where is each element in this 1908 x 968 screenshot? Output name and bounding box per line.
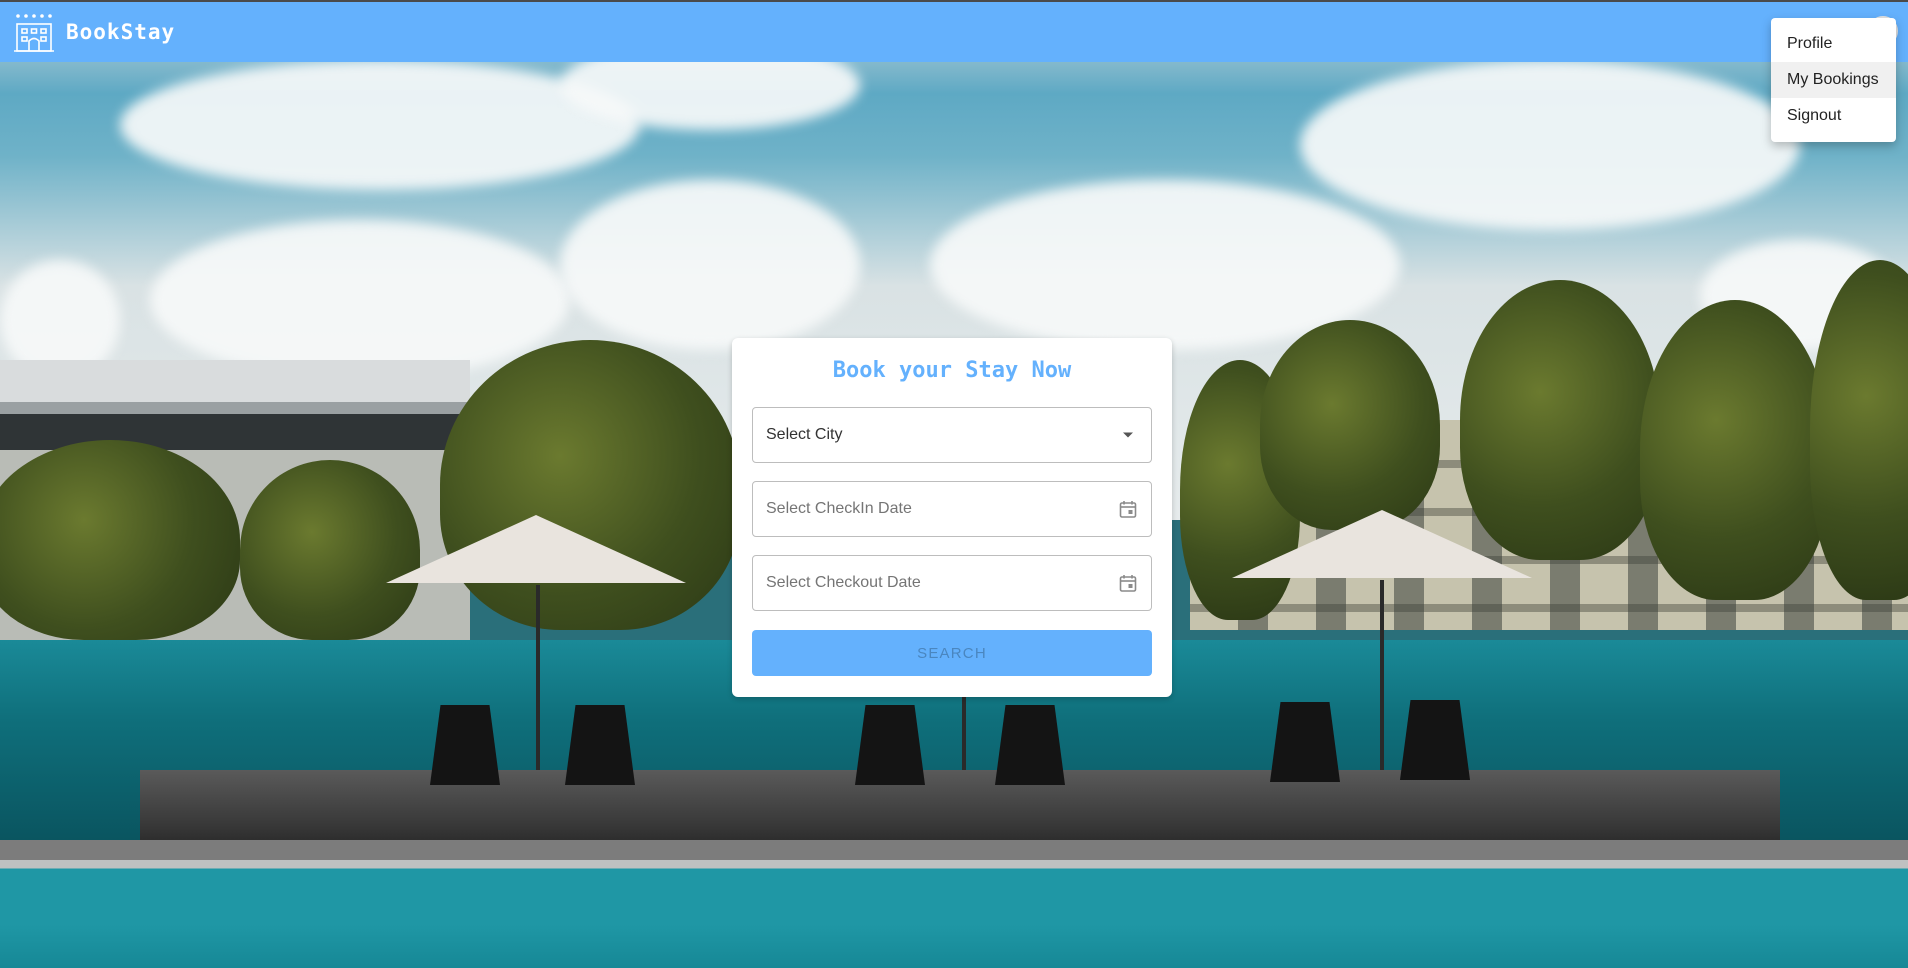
checkin-date-field[interactable]: Select CheckIn Date [752, 481, 1152, 537]
booking-card-title: Book your Stay Now [832, 358, 1072, 383]
menu-item-signout[interactable]: Signout [1771, 98, 1896, 134]
city-select-placeholder: Select City [766, 426, 843, 443]
booking-card: Book your Stay Now Select City Select Ch… [732, 338, 1172, 697]
menu-item-profile[interactable]: Profile [1771, 26, 1896, 62]
calendar-icon[interactable] [1117, 572, 1139, 594]
menu-item-my-bookings[interactable]: My Bookings [1771, 62, 1896, 98]
checkin-date-placeholder: Select CheckIn Date [766, 500, 912, 517]
calendar-icon[interactable] [1117, 498, 1139, 520]
hotel-logo-icon[interactable] [12, 11, 56, 53]
checkout-date-field[interactable]: Select Checkout Date [752, 555, 1152, 611]
city-select[interactable]: Select City [752, 407, 1152, 463]
checkout-date-placeholder: Select Checkout Date [766, 574, 921, 591]
top-navbar: BookStay [0, 0, 1908, 62]
chevron-down-icon [1117, 424, 1139, 446]
search-button[interactable]: SEARCH [752, 630, 1152, 676]
user-dropdown-menu: Profile My Bookings Signout [1771, 18, 1896, 142]
brand-name[interactable]: BookStay [66, 20, 175, 44]
